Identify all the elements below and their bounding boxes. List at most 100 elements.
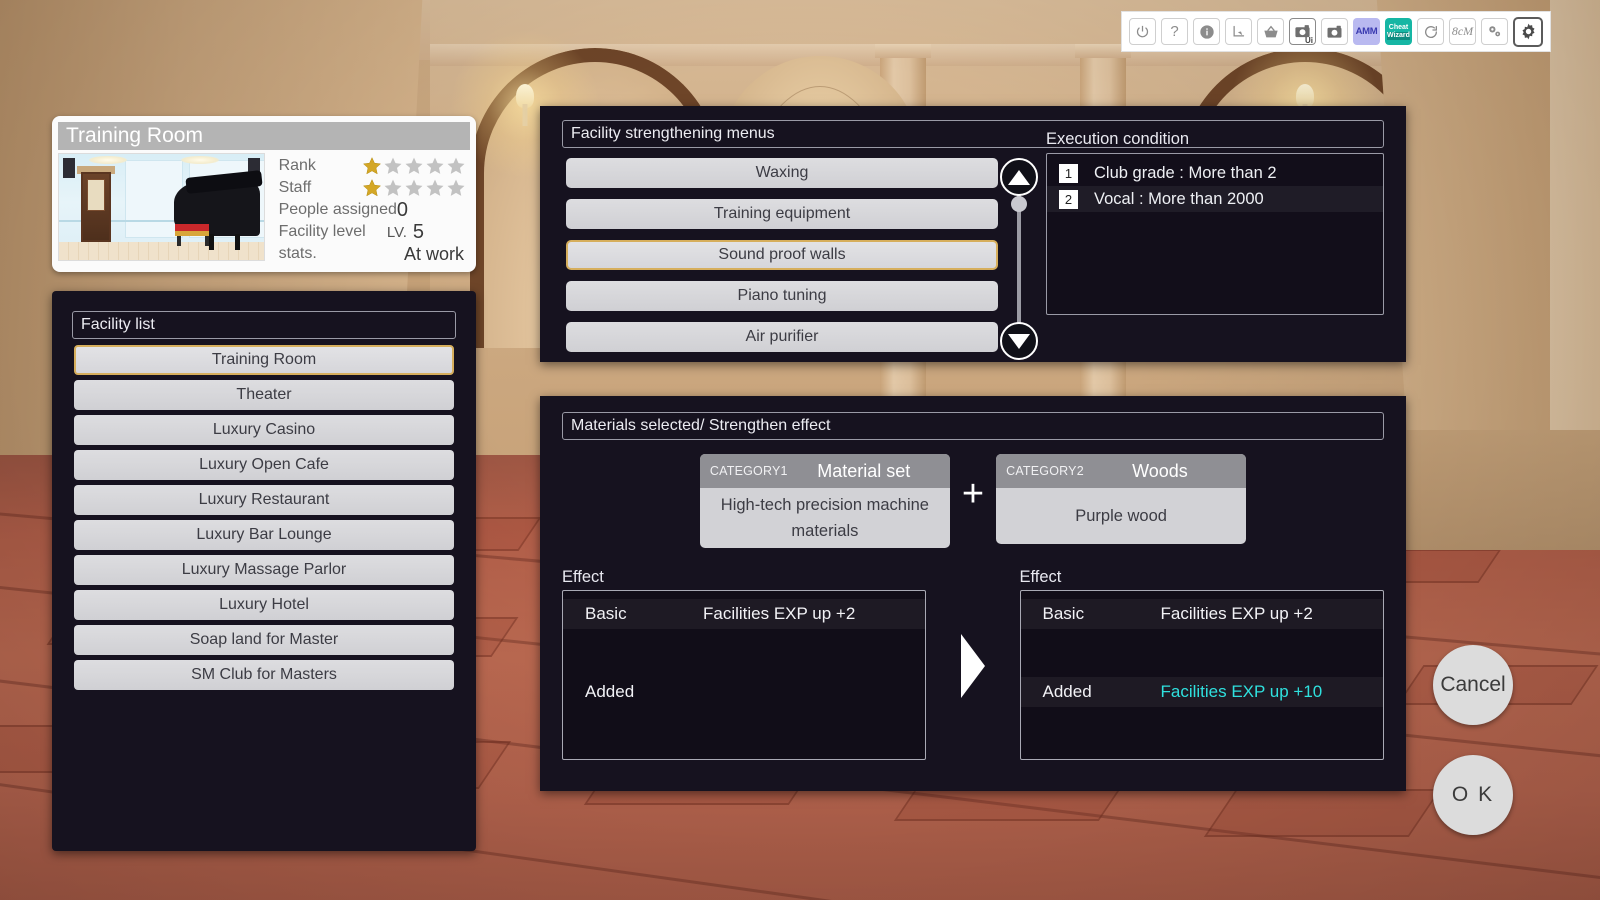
rank-stars	[362, 156, 466, 176]
menu-item-piano-tuning[interactable]: Piano tuning	[566, 281, 998, 311]
material-type-label: Material set	[817, 460, 911, 481]
power-icon[interactable]	[1129, 18, 1156, 45]
sidebar-item-luxury-bar-lounge[interactable]: Luxury Bar Lounge	[74, 520, 454, 550]
menu-item-label: Training equipment	[713, 205, 851, 222]
settings-icon[interactable]	[1513, 16, 1543, 47]
scroll-down-icon[interactable]	[1000, 322, 1038, 360]
material-name: High-tech precision machine materials	[720, 496, 929, 540]
translate-icon[interactable]: Cheat Wizard	[1385, 18, 1412, 45]
star-empty	[425, 156, 445, 176]
effect-before-box: Basic Facilities EXP up +2 Added	[562, 590, 927, 760]
star-empty	[404, 178, 424, 198]
list-item-label: Luxury Casino	[212, 421, 316, 438]
facility-stats: Rank Staff People assigned 0 Facility le…	[265, 153, 470, 265]
facility-info-card: Training Room Rank Staff People assigned…	[52, 116, 476, 272]
star-empty	[404, 156, 424, 176]
execution-condition-section: Execution condition 1 Club grade : More …	[1046, 130, 1384, 363]
sidebar-item-luxury-massage-parlor[interactable]: Luxury Massage Parlor	[74, 555, 454, 585]
help-icon[interactable]: ?	[1161, 18, 1188, 45]
status-badge: At work	[403, 243, 464, 264]
script-icon[interactable]: 8cM	[1449, 18, 1476, 45]
sidebar-item-soap-land-for-master[interactable]: Soap land for Master	[74, 625, 454, 655]
condition-number: 1	[1059, 163, 1078, 183]
effect-before-label: Effect	[562, 568, 604, 586]
list-item-label: Luxury Hotel	[219, 596, 309, 613]
sidebar-item-luxury-hotel[interactable]: Luxury Hotel	[74, 590, 454, 620]
stat-value-facility-level: 5	[412, 220, 424, 243]
sidebar-item-sm-club-for-masters[interactable]: SM Club for Masters	[74, 660, 454, 690]
refresh-icon[interactable]	[1417, 18, 1444, 45]
condition-text: Club grade : More than 2	[1094, 163, 1277, 182]
screenshot-ui-icon[interactable]: Ui	[1289, 18, 1316, 45]
screenshot-ui-label: Ui	[1305, 36, 1313, 45]
amm-icon[interactable]: AMM	[1353, 18, 1380, 45]
sidebar-item-luxury-open-cafe[interactable]: Luxury Open Cafe	[74, 450, 454, 480]
facility-list: Training Room Theater Luxury Casino Luxu…	[52, 345, 476, 690]
menu-scrollbar[interactable]	[998, 158, 1046, 363]
materials-header: Materials selected/ Strengthen effect	[562, 412, 1384, 440]
effect-row-basic: Basic Facilities EXP up +2	[1020, 599, 1383, 629]
selected-materials-row: CATEGORY1 Material set High-tech precisi…	[540, 454, 1406, 548]
menu-item-label: Air purifier	[745, 328, 819, 345]
material-card-category1[interactable]: CATEGORY1 Material set High-tech precisi…	[699, 454, 950, 548]
list-item-label: Luxury Massage Parlor	[181, 561, 347, 578]
stat-row-staff: Staff	[279, 177, 466, 199]
staff-stars	[362, 178, 466, 198]
list-item-label: Soap land for Master	[189, 631, 339, 648]
scrollbar-thumb[interactable]	[1011, 196, 1027, 212]
effect-before-column: Effect Basic Facilities EXP up +2 Added	[562, 568, 927, 760]
scroll-up-icon[interactable]	[1000, 158, 1038, 196]
page-title: Training Room	[58, 122, 470, 150]
menu-item-sound-proof-walls[interactable]: Sound proof walls	[566, 240, 998, 270]
menu-item-air-purifier[interactable]: Air purifier	[566, 322, 998, 352]
sidebar-item-theater[interactable]: Theater	[74, 380, 454, 410]
sidebar-item-luxury-casino[interactable]: Luxury Casino	[74, 415, 454, 445]
strengthening-menu-list: Waxing Training equipment Sound proof wa…	[566, 158, 998, 363]
effect-value: Facilities EXP up +2	[1160, 604, 1313, 623]
facility-list-header: Facility list	[72, 311, 456, 339]
menu-item-waxing[interactable]: Waxing	[566, 158, 998, 188]
star-filled	[362, 156, 382, 176]
star-empty	[383, 178, 403, 198]
effect-key: Basic	[585, 604, 627, 623]
ok-button[interactable]: O K	[1433, 755, 1513, 835]
facility-strengthening-panel: Facility strengthening menus Waxing Trai…	[540, 106, 1406, 362]
sidebar-item-luxury-restaurant[interactable]: Luxury Restaurant	[74, 485, 454, 515]
list-item-label: Training Room	[211, 351, 317, 368]
background-pillar-right-outer	[1550, 0, 1600, 470]
effect-after-box: Basic Facilities EXP up +2 Added Facilit…	[1019, 590, 1384, 760]
materials-strengthen-panel: Materials selected/ Strengthen effect CA…	[540, 396, 1406, 791]
resize-icon[interactable]	[1225, 18, 1252, 45]
cancel-button[interactable]: Cancel	[1433, 645, 1513, 725]
star-empty	[425, 178, 445, 198]
facility-level-prefix: LV.	[386, 223, 407, 241]
list-item-label: Luxury Restaurant	[198, 491, 330, 508]
effect-row-basic: Basic Facilities EXP up +2	[563, 599, 926, 629]
mod-toolbar[interactable]: ? Ui AMM Cheat Wizard 8cM	[1121, 11, 1551, 52]
stat-label-rank: Rank	[278, 157, 316, 174]
material-category-label: CATEGORY2	[1006, 464, 1084, 478]
info-icon[interactable]	[1193, 18, 1220, 45]
effect-row-added: Added Facilities EXP up +10	[1020, 677, 1383, 707]
basket-icon[interactable]	[1257, 18, 1284, 45]
mods-icon[interactable]	[1481, 18, 1508, 45]
list-item-label: Luxury Bar Lounge	[196, 526, 332, 543]
stat-label-facility-level: Facility level	[278, 223, 366, 240]
plus-icon: +	[961, 473, 985, 515]
list-item-label: SM Club for Masters	[191, 666, 337, 683]
star-empty	[383, 156, 403, 176]
camera-icon[interactable]	[1321, 18, 1348, 45]
material-card-category2[interactable]: CATEGORY2 Woods Purple wood	[996, 454, 1247, 544]
amm-label: AMM	[1355, 26, 1378, 37]
list-item-label: Luxury Open Cafe	[199, 456, 329, 473]
condition-text: Vocal : More than 2000	[1094, 189, 1264, 208]
facility-list-panel: Facility list Training Room Theater Luxu…	[52, 291, 476, 851]
stat-label-status: stats.	[278, 245, 317, 262]
menu-item-training-equipment[interactable]: Training equipment	[566, 199, 998, 229]
material-name: Purple wood	[1075, 507, 1167, 525]
stat-row-rank: Rank	[279, 155, 466, 177]
material-category-label: CATEGORY1	[709, 464, 788, 478]
stat-row-status: stats. At work	[279, 243, 466, 265]
stat-value-people-assigned: 0	[396, 198, 408, 221]
sidebar-item-training-room[interactable]: Training Room	[74, 345, 454, 375]
